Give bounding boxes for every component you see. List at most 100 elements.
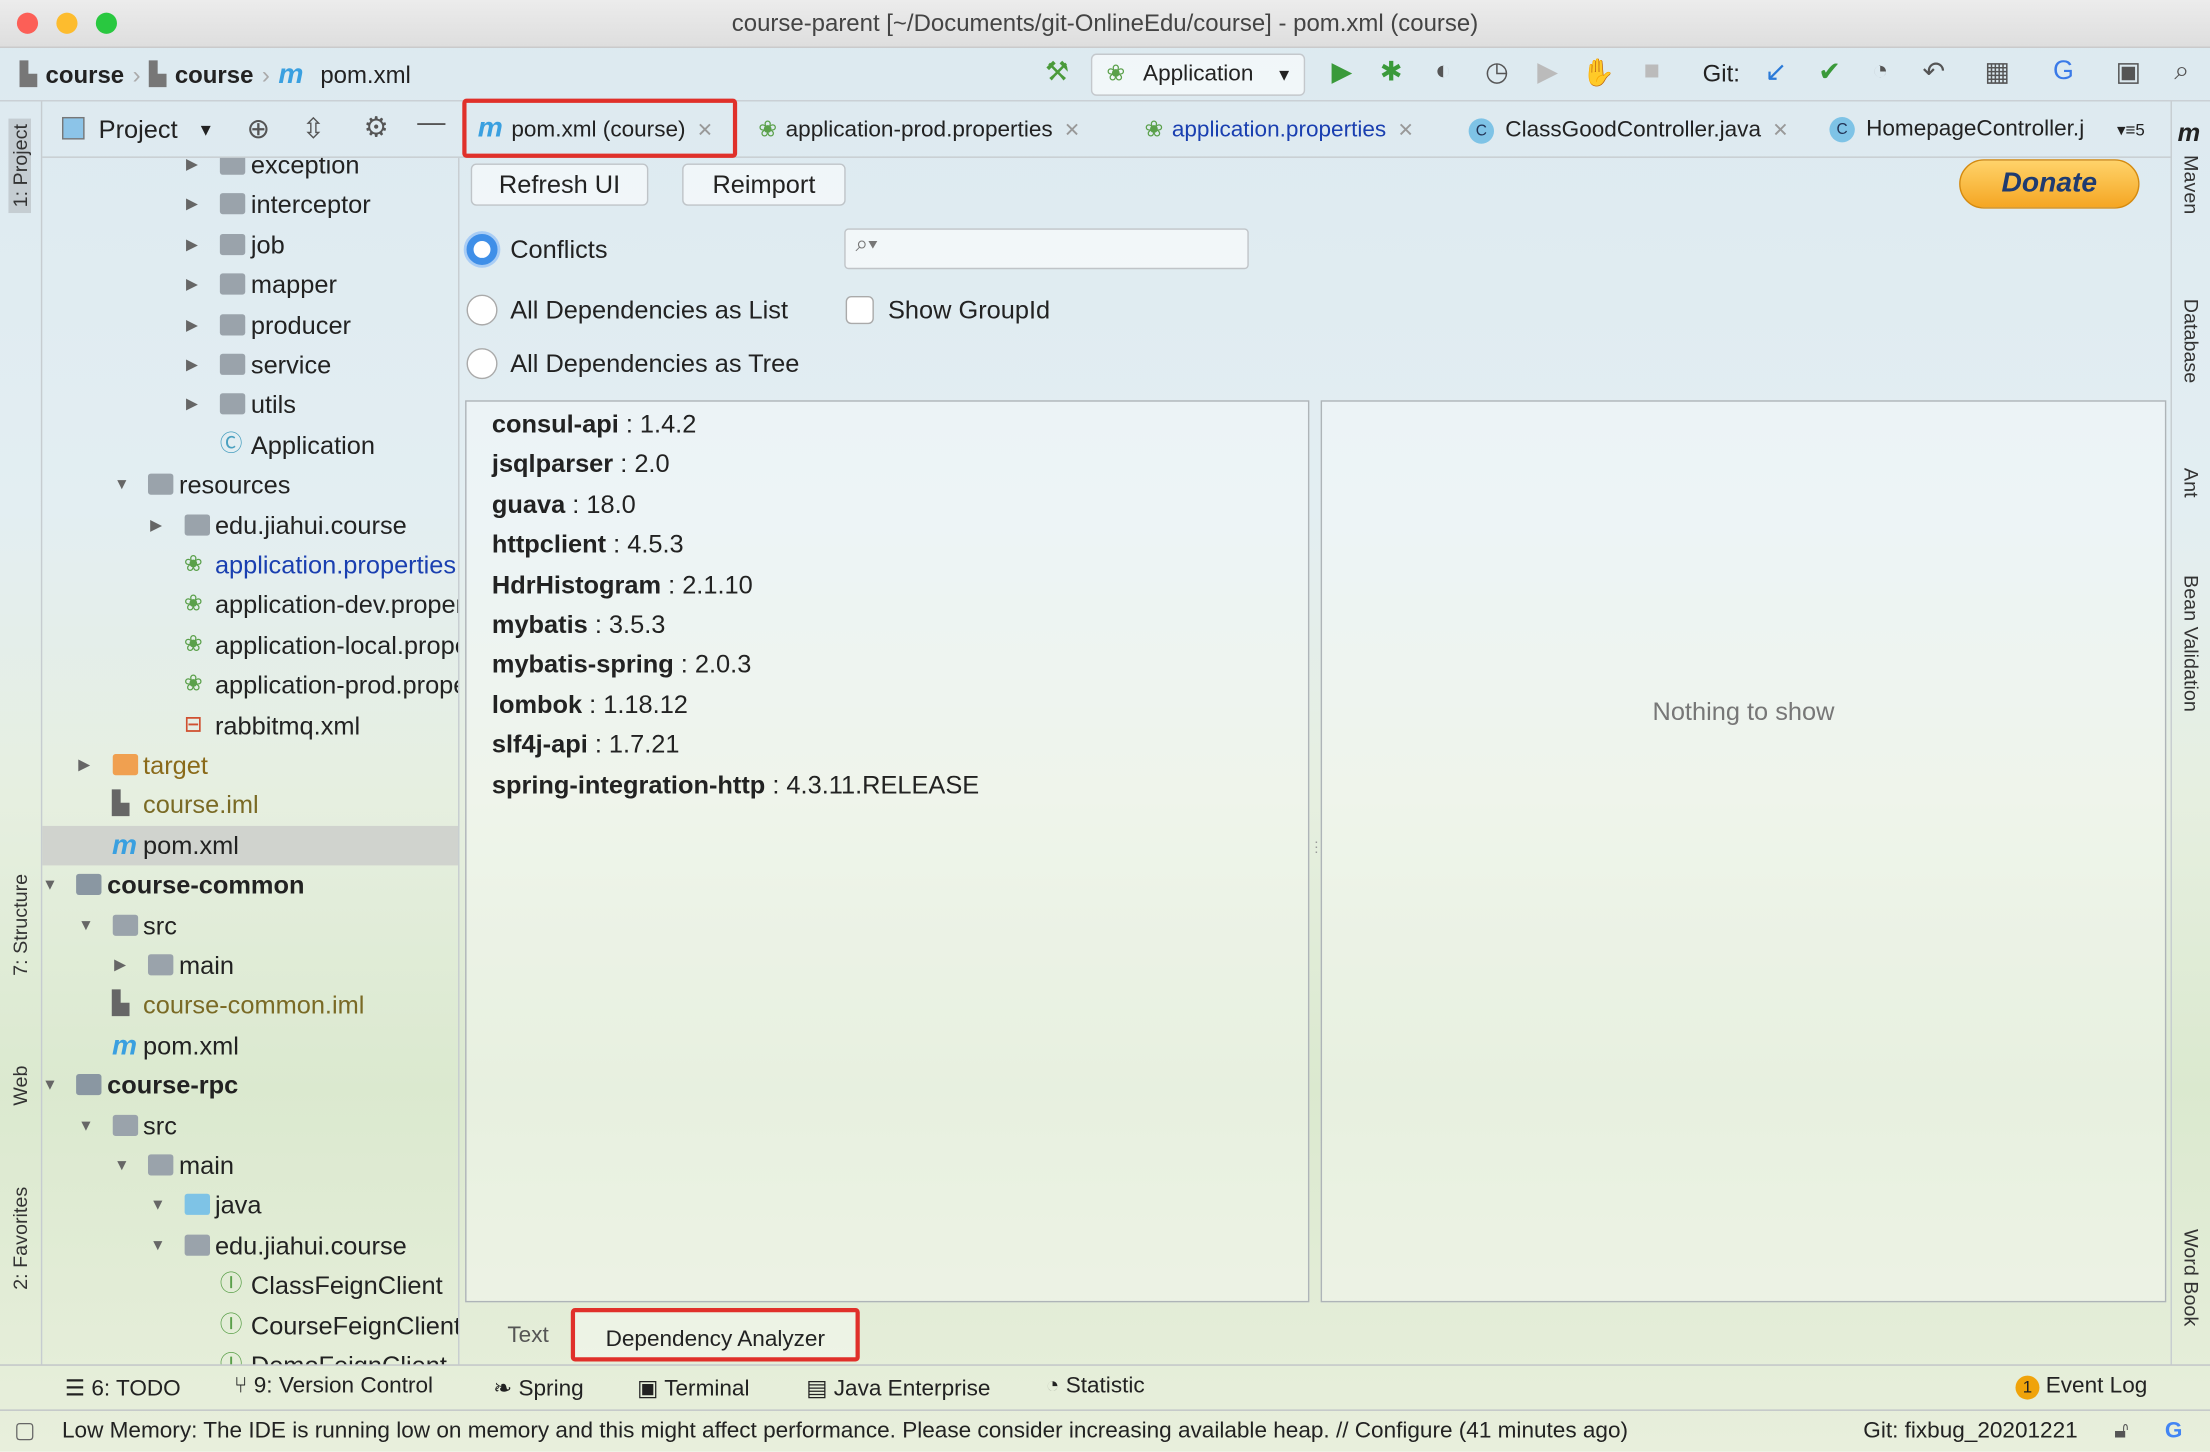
tree-item[interactable]: ▼ course-common [42, 866, 458, 905]
breadcrumb-pom[interactable]: pom.xml [320, 61, 411, 89]
tree-item[interactable]: ▶ utils [42, 385, 458, 424]
dependency-conflict-item[interactable]: slf4j-api : 1.7.21 [492, 730, 680, 760]
tab-application-properties[interactable]: ❀ application.properties ✕ [1144, 101, 1414, 157]
project-view-select[interactable]: Project [99, 116, 178, 146]
tree-item[interactable]: ▼ resources [42, 465, 458, 504]
tree-item[interactable]: ▼ edu.jiahui.course [42, 1226, 458, 1265]
tree-item[interactable]: ⊟ rabbitmq.xml [42, 706, 458, 745]
expand-arrow-icon[interactable]: ▼ [150, 1226, 165, 1265]
tool-java-enterprise[interactable]: ▤ Java Enterprise [806, 1374, 990, 1402]
event-log-button[interactable]: 1 Event Log [2015, 1374, 2147, 1400]
collapse-arrow-icon[interactable]: ▶ [186, 225, 198, 264]
run-disabled-icon[interactable]: ▶ [1531, 56, 1565, 88]
tool-window-structure[interactable]: 7: Structure [8, 874, 31, 976]
dependency-conflict-item[interactable]: consul-api : 1.4.2 [492, 410, 696, 440]
dependency-conflict-item[interactable]: mybatis : 3.5.3 [492, 610, 665, 640]
reimport-button[interactable]: Reimport [682, 163, 846, 206]
dependency-conflict-item[interactable]: spring-integration-http : 4.3.11.RELEASE [492, 770, 979, 800]
dependency-conflict-item[interactable]: mybatis-spring : 2.0.3 [492, 650, 751, 680]
tool-window-maven[interactable]: Maven [2180, 155, 2203, 214]
expand-arrow-icon[interactable]: ▼ [150, 1186, 165, 1225]
tree-item[interactable]: ❀ application-dev.properties [42, 585, 458, 624]
tree-item[interactable]: ▶ edu.jiahui.course [42, 505, 458, 544]
tree-item[interactable]: ▼ course-rpc [42, 1066, 458, 1105]
history-icon[interactable]: ◔ [1863, 56, 1897, 87]
tab-application-prod-properties[interactable]: ❀ application-prod.properties ✕ [758, 101, 1080, 157]
tree-item[interactable]: ❀ application-local.properties [42, 626, 458, 665]
tree-item[interactable]: ▶ main [42, 946, 458, 985]
refresh-ui-button[interactable]: Refresh UI [470, 163, 649, 206]
collapse-arrow-icon[interactable]: ▶ [186, 305, 198, 344]
git-branch-widget[interactable]: Git: fixbug_20201221 [1863, 1411, 2077, 1452]
tool-statistic[interactable]: ◔ Statistic [1046, 1374, 1145, 1399]
rollback-icon[interactable]: ↶ [1917, 56, 1951, 88]
tool-window-ant[interactable]: Ant [2180, 468, 2203, 498]
run-configuration-select[interactable]: ❀ Application ▼ [1090, 53, 1306, 96]
attach-icon[interactable]: ✋ [1581, 56, 1615, 90]
tabs-overflow-button[interactable]: ▾≡5 [2117, 101, 2145, 157]
collapse-arrow-icon[interactable]: ▶ [114, 946, 126, 985]
profile-icon[interactable]: ◷ [1480, 56, 1514, 88]
collapse-arrow-icon[interactable]: ▶ [186, 185, 198, 224]
tree-item[interactable]: m pom.xml [42, 1026, 458, 1065]
close-window-button[interactable] [16, 12, 39, 34]
tree-item[interactable]: ▶ mapper [42, 265, 458, 304]
collapse-arrow-icon[interactable]: ▶ [186, 385, 198, 424]
tree-item[interactable]: Ⓘ ClassFeignClient [42, 1266, 458, 1305]
tree-item[interactable]: ❀ application-prod.properties [42, 666, 458, 705]
dependency-conflict-item[interactable]: httpclient : 4.5.3 [492, 530, 684, 560]
project-structure-icon[interactable]: ▦ [1980, 56, 2014, 88]
expand-arrow-icon[interactable]: ▼ [42, 866, 57, 905]
tool-todo[interactable]: ☰ 6: TODO [65, 1374, 181, 1402]
translate-icon[interactable]: G [2047, 56, 2081, 87]
dependency-conflict-item[interactable]: guava : 18.0 [492, 490, 636, 520]
tool-window-bean-validation[interactable]: Bean Validation [2180, 575, 2203, 712]
tab-classgoodcontroller[interactable]: C ClassGoodController.java ✕ [1468, 101, 1789, 157]
collapse-arrow-icon[interactable]: ▶ [150, 505, 162, 544]
tree-item[interactable]: ▼ main [42, 1146, 458, 1185]
tree-item[interactable]: ▙ course-common.iml [42, 986, 458, 1025]
minimize-window-button[interactable] [56, 12, 78, 34]
tree-item[interactable]: ▼ src [42, 906, 458, 945]
coverage-icon[interactable]: ◐ [1426, 56, 1460, 87]
collapse-arrow-icon[interactable]: ▶ [78, 746, 90, 785]
close-tab-icon[interactable]: ✕ [1397, 118, 1414, 141]
chevron-down-icon[interactable]: ▼ [197, 120, 214, 140]
stop-icon[interactable]: ■ [1635, 56, 1669, 87]
hide-icon[interactable]: — [417, 107, 445, 139]
all-dependencies-tree-radio[interactable] [466, 348, 498, 380]
all-dependencies-list-radio[interactable] [466, 294, 498, 326]
dependency-conflict-item[interactable]: jsqlparser : 2.0 [492, 450, 670, 480]
tree-item[interactable]: m pom.xml [42, 825, 459, 866]
tree-item[interactable]: ▼ src [42, 1106, 458, 1145]
close-tab-icon[interactable]: ✕ [697, 118, 714, 141]
presentation-icon[interactable]: ▣ [2111, 56, 2145, 88]
close-tab-icon[interactable]: ✕ [1772, 118, 1789, 141]
tree-item[interactable]: ▶ job [42, 225, 458, 264]
gear-icon[interactable]: ⚙ [364, 110, 389, 145]
tree-item[interactable]: ▶ exception [42, 157, 458, 185]
tab-pom-xml[interactable]: m pom.xml (course) ✕ [462, 98, 738, 158]
tool-version-control[interactable]: ⑂ 9: Version Control [234, 1374, 433, 1399]
tab-dependency-analyzer[interactable]: Dependency Analyzer [570, 1307, 860, 1362]
expand-arrow-icon[interactable]: ▼ [114, 1146, 129, 1185]
tree-item[interactable]: ▶ interceptor [42, 185, 458, 224]
conflicts-radio[interactable] [466, 233, 498, 265]
tool-terminal[interactable]: ▣ Terminal [637, 1374, 749, 1402]
build-hammer-icon[interactable]: ⚒ [1040, 56, 1074, 88]
tree-item[interactable]: Ⓘ CourseFeignClient [42, 1306, 458, 1345]
splitter-handle[interactable]: ⋮ [1309, 840, 1323, 865]
git-update-icon[interactable]: ↙ [1759, 56, 1793, 88]
status-message[interactable]: Low Memory: The IDE is running low on me… [62, 1411, 1628, 1452]
locate-icon[interactable]: ⊕ [247, 111, 271, 146]
tree-item[interactable]: ▶ target [42, 746, 458, 785]
tool-window-web[interactable]: Web [8, 1066, 31, 1106]
close-tab-icon[interactable]: ✕ [1064, 118, 1081, 141]
maximize-window-button[interactable] [95, 12, 117, 34]
breadcrumb-course-module[interactable]: course [175, 61, 254, 89]
tool-window-database[interactable]: Database [2180, 299, 2203, 383]
dependency-conflict-item[interactable]: lombok : 1.18.12 [492, 690, 688, 720]
search-input[interactable]: ⌕▾ [844, 228, 1249, 270]
toggle-tool-windows-icon[interactable]: ▢ [14, 1411, 35, 1452]
tool-window-project[interactable]: 1: Project [8, 118, 32, 214]
